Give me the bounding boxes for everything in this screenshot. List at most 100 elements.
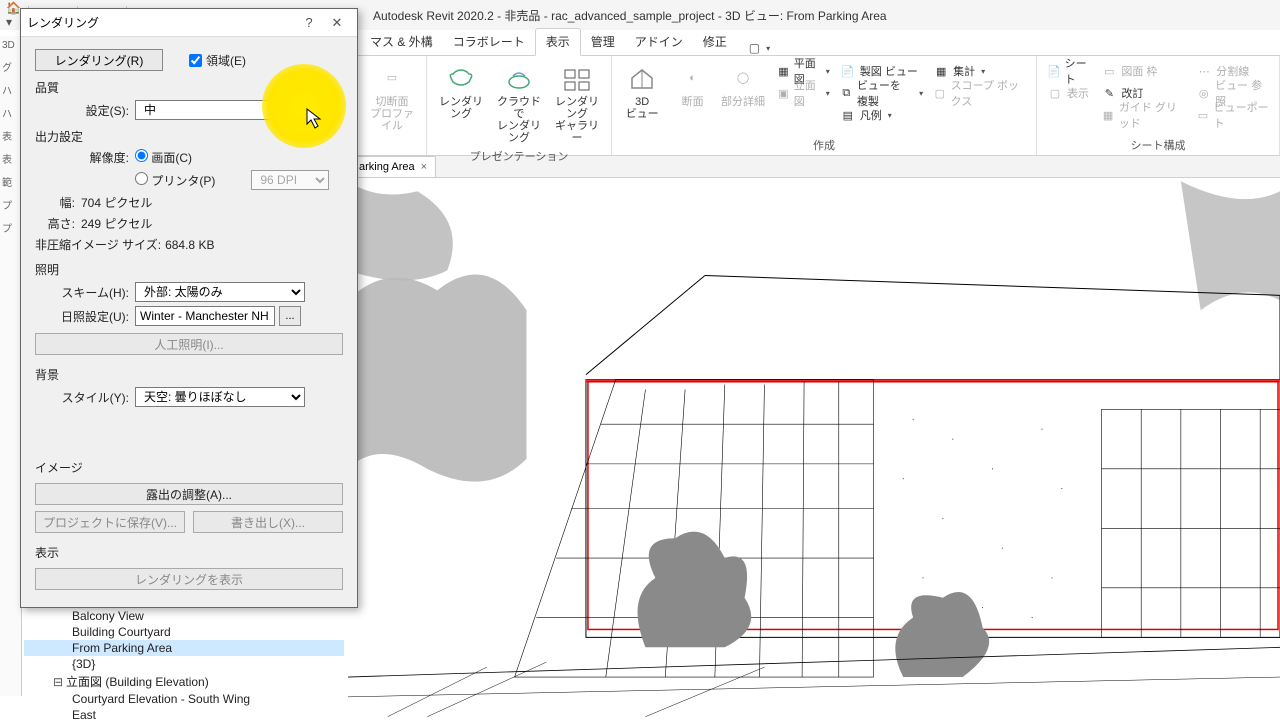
ribbon-extra[interactable]: ▢▾ [749, 41, 770, 55]
size-value: 684.8 KB [165, 238, 214, 252]
viewport-icon: ▭ [1196, 107, 1209, 123]
btn-cloud-render[interactable]: クラウドで レンダリング [491, 60, 547, 146]
style-select[interactable]: 天空: 曇りほぼなし [135, 387, 305, 407]
dialog-titlebar[interactable]: レンダリング ? ✕ [21, 9, 357, 37]
collapse-icon[interactable]: ⊟ [52, 675, 64, 689]
size-label: 非圧縮イメージ サイズ: [35, 236, 161, 253]
btn-section-profile: ▭ 切断面 プロファイル [364, 60, 420, 134]
btn-callout: ◯ 部分詳細 [719, 60, 767, 126]
setting-select[interactable]: 中 [135, 100, 305, 120]
view-tab-parking[interactable]: arking Area × [350, 156, 436, 178]
btn-show: ▢表示 [1043, 82, 1095, 104]
btn-guide: ▦ガイド グリッド [1097, 104, 1190, 126]
panel-section: ▭ 切断面 プロファイル [358, 56, 427, 155]
btn-sheet[interactable]: 📄シート [1043, 60, 1095, 82]
view-tab-label: arking Area [359, 161, 415, 173]
panel-presentation: レンダリング クラウドで レンダリング レンダリング ギャラリー プレゼンテーシ… [427, 56, 612, 155]
browser-node-elevations[interactable]: ⊟立面図 (Building Elevation) [24, 672, 344, 691]
properties-hint: 3Dグハハ表表範ププ [0, 36, 22, 696]
section-profile-icon: ▭ [376, 62, 408, 94]
region-checkbox-input[interactable] [189, 54, 202, 67]
browser-node-parking[interactable]: From Parking Area [24, 640, 344, 656]
elev-icon: ▣ [777, 85, 790, 101]
browser-node-east[interactable]: East [24, 707, 344, 723]
guide-icon: ▦ [1101, 107, 1114, 123]
tab-manage[interactable]: 管理 [581, 29, 625, 55]
browser-node-courtyard[interactable]: Building Courtyard [24, 624, 344, 640]
legend-icon: ▤ [840, 107, 856, 123]
quality-section-label: 品質 [35, 79, 343, 96]
revision-icon: ✎ [1101, 85, 1117, 101]
scheme-label: スキーム(H): [35, 284, 135, 301]
image-section-label: イメージ [35, 459, 343, 476]
gallery-icon [561, 62, 593, 94]
exposure-button[interactable]: 露出の調整(A)... [35, 483, 343, 505]
sheet-icon: 📄 [1047, 63, 1061, 79]
setting-label: 設定(S): [35, 102, 135, 119]
output-section-label: 出力設定 [35, 128, 343, 145]
dpi-select: 96 DPI [251, 170, 329, 190]
browser-node-south[interactable]: Courtyard Elevation - South Wing [24, 691, 344, 707]
height-label: 高さ: [35, 215, 75, 232]
show-icon: ▢ [1047, 85, 1063, 101]
save-project-button: プロジェクトに保存(V)... [35, 511, 185, 533]
res-printer-radio[interactable]: プリンタ(P) [135, 172, 215, 189]
panel-label-presentation: プレゼンテーション [470, 146, 569, 164]
drawing-svg [348, 178, 1280, 720]
width-value: 704 ピクセル [81, 194, 152, 211]
sun-browse-button[interactable]: ... [279, 306, 301, 326]
tab-view[interactable]: 表示 [535, 28, 581, 56]
rendering-dialog: レンダリング ? ✕ レンダリング(R) 領域(E) 品質 設定(S): 中 出… [20, 8, 358, 608]
panel-create: 3D ビュー ◐ 断面 ◯ 部分詳細 ▦平面図▾ ▣立面図▾ 📄製図 ビュー ⧉… [612, 56, 1037, 155]
resolution-label: 解像度: [35, 149, 135, 166]
lighting-section-label: 照明 [35, 261, 343, 278]
btn-3d-view[interactable]: 3D ビュー [618, 60, 666, 126]
btn-empty [773, 104, 834, 126]
tab-modify[interactable]: 修正 [693, 29, 737, 55]
btn-section: ◐ 断面 [668, 60, 716, 126]
btn-duplicate[interactable]: ⧉ビューを 複製▾ [836, 82, 927, 104]
btn-titleblock: ▭図面 枠 [1097, 60, 1190, 82]
close-tab-icon[interactable]: × [421, 161, 427, 173]
show-rendering-button: レンダリングを表示 [35, 568, 343, 590]
artificial-light-button: 人工照明(I)... [35, 333, 343, 355]
tab-mass[interactable]: マス & 外構 [360, 29, 443, 55]
scheme-select[interactable]: 外部: 太陽のみ [135, 282, 305, 302]
btn-render[interactable]: レンダリング [433, 60, 489, 146]
close-icon[interactable]: ✕ [323, 15, 351, 31]
project-browser[interactable]: Balcony View Building Courtyard From Par… [24, 608, 344, 723]
browser-node-balcony[interactable]: Balcony View [24, 608, 344, 624]
schedule-icon: ▦ [933, 63, 949, 79]
panel-label-create: 作成 [813, 135, 835, 153]
scope-icon: ▢ [933, 85, 946, 101]
tab-collab[interactable]: コラボレート [443, 29, 535, 55]
btn-viewport: ▭ビューポート [1192, 104, 1273, 126]
viewref-icon: ◎ [1196, 85, 1211, 101]
help-icon[interactable]: ? [295, 15, 323, 30]
btn-elev: ▣立面図▾ [773, 82, 834, 104]
btn-gallery[interactable]: レンダリング ギャラリー [549, 60, 605, 146]
tab-addin[interactable]: アドイン [625, 29, 693, 55]
btn-scope: ▢スコープ ボックス [929, 82, 1030, 104]
drafting-icon: 📄 [840, 63, 856, 79]
background-section-label: 背景 [35, 366, 343, 383]
sun-input[interactable] [135, 306, 275, 326]
matchline-icon: ⋯ [1196, 63, 1212, 79]
browser-node-3d[interactable]: {3D} [24, 656, 344, 672]
btn-legend[interactable]: ▤凡例▾ [836, 104, 927, 126]
teapot-icon [445, 62, 477, 94]
dialog-title: レンダリング [27, 14, 295, 31]
section-icon: ◐ [677, 62, 709, 94]
cloud-teapot-icon [503, 62, 535, 94]
render-button[interactable]: レンダリング(R) [35, 49, 163, 71]
sun-label: 日照設定(U): [35, 308, 135, 325]
res-screen-radio[interactable]: 画面(C) [135, 149, 192, 166]
height-value: 249 ピクセル [81, 215, 152, 232]
region-checkbox[interactable]: 領域(E) [189, 52, 246, 69]
plan-icon: ▦ [777, 63, 790, 79]
style-label: スタイル(Y): [35, 389, 135, 406]
width-label: 幅: [35, 194, 75, 211]
titleblock-icon: ▭ [1101, 63, 1117, 79]
view-canvas[interactable] [348, 178, 1280, 720]
display-section-label: 表示 [35, 544, 343, 561]
